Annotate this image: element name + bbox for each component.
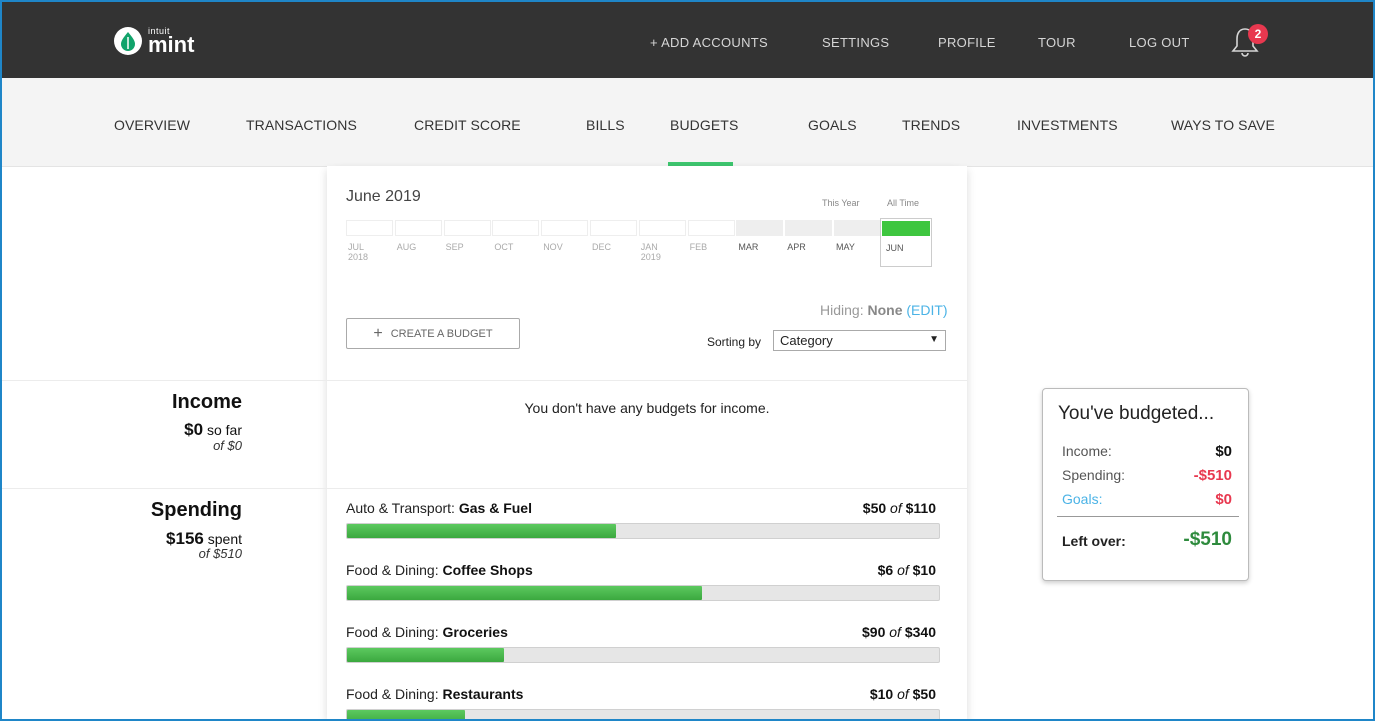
month-year-jan: 2019 — [640, 252, 661, 262]
month-bar-sep[interactable] — [443, 220, 491, 236]
top-bar: intuit mint + ADD ACCOUNTS SETTINGS PROF… — [2, 2, 1373, 78]
settings-link[interactable]: SETTINGS — [822, 35, 889, 50]
budget-name[interactable]: Food & Dining: Restaurants — [346, 686, 523, 702]
summary-spending-value: -$510 — [1193, 467, 1232, 484]
month-label-jun: JUN — [886, 243, 904, 253]
budget-amount: $6 of $10 — [877, 562, 936, 578]
month-label-may: MAY — [836, 242, 855, 252]
month-bar-apr[interactable] — [785, 220, 833, 236]
budget-amount: $10 of $50 — [869, 686, 936, 702]
month-year-jul: 2018 — [348, 252, 369, 262]
nav-bills[interactable]: BILLS — [586, 117, 625, 133]
nav-budgets[interactable]: BUDGETS — [670, 117, 738, 133]
month-label-feb: FEB — [689, 242, 708, 252]
notification-badge[interactable]: 2 — [1248, 24, 1268, 44]
mint-logo[interactable]: intuit mint — [114, 24, 194, 58]
month-bar-aug[interactable] — [394, 220, 442, 236]
month-bar-mar[interactable] — [736, 220, 784, 236]
month-bar-dec[interactable] — [590, 220, 637, 236]
month-label-oct: OCT — [494, 242, 514, 252]
month-bar-nov[interactable] — [541, 220, 589, 236]
nav-trends[interactable]: TRENDS — [902, 117, 960, 133]
budget-name[interactable]: Auto & Transport: Gas & Fuel — [346, 500, 532, 516]
month-bar-may[interactable] — [834, 220, 881, 236]
month-label-aug: AUG — [396, 242, 417, 252]
budget-progress-bar[interactable] — [346, 709, 940, 719]
sorting-select[interactable]: Category ▼ — [773, 330, 946, 351]
nav-goals[interactable]: GOALS — [808, 117, 857, 133]
budget-amount: $50 of $110 — [862, 500, 936, 516]
nav-ways-to-save[interactable]: WAYS TO SAVE — [1171, 117, 1275, 133]
month-label-dec: DEC — [592, 242, 612, 252]
log-out-link[interactable]: LOG OUT — [1129, 35, 1190, 50]
mint-leaf-icon — [114, 27, 142, 55]
summary-title: You've budgeted... — [1058, 403, 1215, 424]
income-total: of $0 — [213, 438, 242, 453]
budget-progress-fill — [347, 710, 466, 719]
month-bar-oct[interactable] — [492, 220, 540, 236]
month-label-jul: JUL — [348, 242, 365, 252]
budget-progress-fill — [347, 524, 617, 538]
budget-amount: $90 of $340 — [862, 624, 936, 640]
month-bar-jan[interactable] — [638, 220, 686, 236]
month-bar-jul[interactable] — [346, 220, 393, 236]
hiding-value: None — [867, 302, 903, 318]
mint-budgets-page: intuit mint + ADD ACCOUNTS SETTINGS PROF… — [0, 0, 1375, 721]
month-label-jan: JAN — [640, 242, 658, 252]
all-time-link[interactable]: All Time — [887, 198, 919, 208]
profile-link[interactable]: PROFILE — [938, 35, 996, 50]
income-divider — [2, 380, 967, 381]
create-budget-button[interactable]: + CREATE A BUDGET — [346, 318, 520, 349]
budget-progress-bar[interactable] — [346, 523, 940, 539]
spending-heading: Spending — [150, 499, 242, 521]
summary-leftover-value: -$510 — [1183, 529, 1232, 550]
month-title: June 2019 — [346, 188, 421, 205]
spending-total: of $510 — [198, 546, 242, 561]
add-accounts-link[interactable]: + ADD ACCOUNTS — [650, 35, 768, 50]
budget-name[interactable]: Food & Dining: Coffee Shops — [346, 562, 533, 578]
summary-divider — [1057, 516, 1239, 517]
no-income-message: You don't have any budgets for income. — [524, 400, 770, 416]
budget-progress-bar[interactable] — [346, 647, 940, 663]
dropdown-arrow-icon: ▼ — [929, 334, 939, 345]
logo-big-text: mint — [148, 31, 195, 57]
month-jun-bar — [882, 221, 930, 236]
summary-income-value: $0 — [1215, 443, 1232, 460]
month-bar-feb[interactable] — [687, 220, 735, 236]
month-label-nov: NOV — [543, 242, 563, 252]
this-year-link[interactable]: This Year — [822, 198, 860, 208]
budget-progress-fill — [347, 586, 703, 600]
budget-name[interactable]: Food & Dining: Groceries — [346, 624, 508, 640]
budget-summary-card: You've budgeted... Income: $0 Spending: … — [1042, 388, 1249, 581]
income-heading: Income — [171, 391, 242, 413]
nav-credit-score[interactable]: CREDIT SCORE — [414, 117, 521, 133]
hiding-edit-link[interactable]: (EDIT) — [906, 302, 947, 318]
nav-transactions[interactable]: TRANSACTIONS — [246, 117, 357, 133]
month-label-mar: MAR — [738, 242, 759, 252]
nav-overview[interactable]: OVERVIEW — [114, 117, 190, 133]
main-nav: OVERVIEW TRANSACTIONS CREDIT SCORE BILLS… — [2, 78, 1373, 167]
tour-link[interactable]: TOUR — [1038, 35, 1076, 50]
nav-investments[interactable]: INVESTMENTS — [1017, 117, 1118, 133]
summary-goals-link[interactable]: Goals: — [1062, 491, 1102, 507]
hiding-status: Hiding: None (EDIT) — [820, 302, 948, 318]
income-amount: $0 so far — [184, 420, 242, 439]
plus-icon: + — [373, 324, 383, 342]
budget-progress-bar[interactable] — [346, 585, 940, 601]
create-budget-label: CREATE A BUDGET — [390, 327, 493, 340]
month-label-sep: SEP — [445, 242, 464, 252]
sorting-selected: Category — [780, 333, 833, 348]
budget-progress-fill — [347, 648, 504, 662]
month-label-apr: APR — [787, 242, 806, 252]
spending-divider — [2, 488, 967, 489]
sorting-label: Sorting by — [707, 335, 762, 349]
summary-goals-value: $0 — [1215, 491, 1232, 508]
